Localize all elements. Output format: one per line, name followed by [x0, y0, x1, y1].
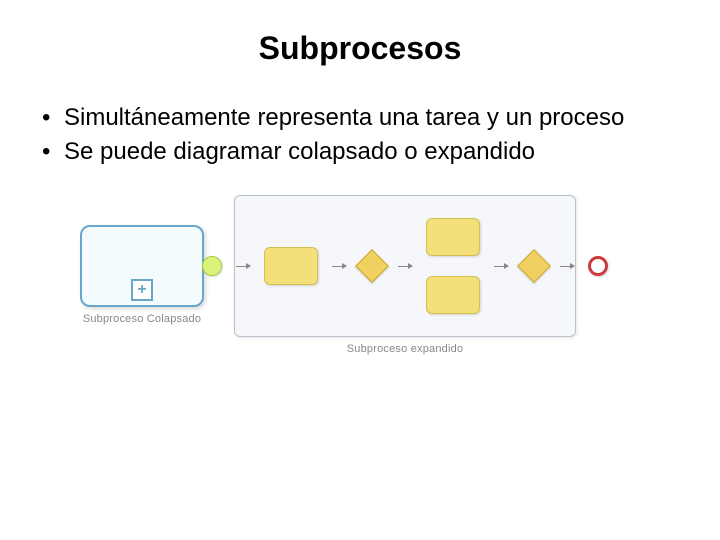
diagrams-row: + Subproceso Colapsado — [40, 195, 680, 355]
bullet-item: Se puede diagramar colapsado o expandido — [40, 137, 680, 167]
slide-title: Subprocesos — [40, 30, 680, 67]
bullet-item: Simultáneamente representa una tarea y u… — [40, 103, 680, 133]
end-event-icon — [588, 256, 608, 276]
gateway-icon — [517, 249, 551, 283]
slide: Subprocesos Simultáneamente representa u… — [0, 0, 720, 540]
sequence-flow-icon — [236, 266, 250, 267]
expand-marker-icon: + — [131, 279, 153, 301]
parallel-branches — [426, 218, 480, 314]
bullet-list: Simultáneamente representa una tarea y u… — [40, 103, 680, 167]
sequence-flow-icon — [332, 266, 346, 267]
expanded-subprocess-box — [234, 195, 576, 337]
task-icon — [426, 276, 480, 314]
collapsed-subprocess-label: Subproceso Colapsado — [83, 313, 201, 325]
expanded-subprocess-label: Subproceso expandido — [347, 343, 464, 355]
sequence-flow-icon — [494, 266, 508, 267]
collapsed-subprocess-figure: + Subproceso Colapsado — [80, 225, 204, 325]
start-event-icon — [202, 256, 222, 276]
task-icon — [264, 247, 318, 285]
collapsed-subprocess-box: + — [80, 225, 204, 307]
sequence-flow-icon — [398, 266, 412, 267]
task-icon — [426, 218, 480, 256]
expanded-subprocess-figure: Subproceso expandido — [234, 195, 576, 355]
sequence-flow-icon — [560, 266, 574, 267]
gateway-icon — [355, 249, 389, 283]
bpmn-flow — [235, 218, 575, 314]
